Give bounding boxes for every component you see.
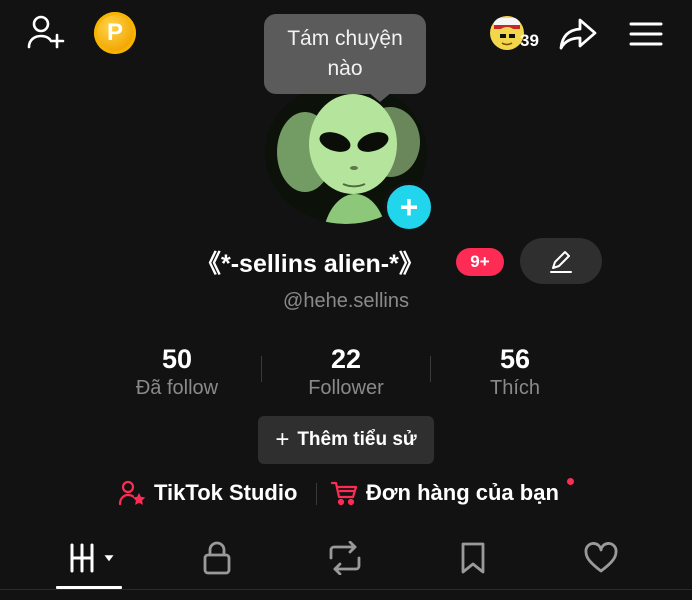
coin-p-icon: P xyxy=(106,19,123,46)
orders-label: Đơn hàng của bạn xyxy=(366,480,559,505)
notification-badge[interactable]: 9+ xyxy=(456,248,504,276)
person-plus-icon xyxy=(27,15,65,49)
chat-tooltip[interactable]: Tám chuyện nào xyxy=(264,14,426,94)
tooltip-line-2: nào xyxy=(327,57,363,80)
stat-label: Đã follow xyxy=(135,377,219,399)
coins-button[interactable]: P xyxy=(94,12,136,54)
add-avatar-button[interactable]: + xyxy=(384,182,434,232)
person-star-icon xyxy=(118,480,146,506)
pencil-icon xyxy=(550,251,572,273)
plus-icon: + xyxy=(275,426,290,453)
stat-label: Thích xyxy=(489,377,541,399)
streak-count: 39 xyxy=(520,31,539,50)
lock-icon xyxy=(203,541,231,575)
display-name: 《*-sellins alien-*》 xyxy=(196,250,424,278)
share-arrow-icon xyxy=(559,18,597,50)
menu-button[interactable] xyxy=(624,14,668,54)
share-profile-button[interactable] xyxy=(556,14,600,54)
streak-avatar xyxy=(490,16,524,50)
tooltip-arrow xyxy=(368,92,392,102)
stat-value: 50 xyxy=(161,344,193,374)
tiktok-studio-label: TikTok Studio xyxy=(154,480,298,505)
edit-profile-button[interactable] xyxy=(520,238,602,284)
tab-private[interactable] xyxy=(186,536,248,580)
orders-link[interactable]: Đơn hàng của bạn xyxy=(330,478,559,508)
links-divider xyxy=(316,483,317,505)
streak-button[interactable]: 39 xyxy=(490,14,550,54)
stat-label: Follower xyxy=(308,377,384,399)
add-bio-label: Thêm tiểu sử xyxy=(297,429,417,450)
repost-icon xyxy=(329,541,361,575)
tiktok-studio-link[interactable]: TikTok Studio xyxy=(118,478,297,508)
cart-icon xyxy=(330,481,358,506)
tab-reposts[interactable] xyxy=(314,536,376,580)
tooltip-line-1: Tám chuyện xyxy=(287,27,403,50)
tab-bar-divider xyxy=(0,589,692,590)
bookmark-icon xyxy=(461,542,485,574)
add-bio-button[interactable]: + Thêm tiểu sử xyxy=(258,416,434,464)
stat-value: 22 xyxy=(330,344,362,374)
stat-value: 56 xyxy=(499,344,531,374)
stat-likes[interactable]: 56 Thích xyxy=(430,344,600,400)
hamburger-menu-icon xyxy=(629,22,663,46)
stat-followers[interactable]: 22 Follower xyxy=(261,344,431,400)
add-user-button[interactable] xyxy=(24,12,68,52)
tab-videos[interactable] xyxy=(58,536,120,580)
tab-favorites[interactable] xyxy=(442,536,504,580)
heart-icon xyxy=(584,542,618,573)
grid-videos-icon xyxy=(70,543,114,573)
stat-following[interactable]: 50 Đã follow xyxy=(92,344,262,400)
orders-notification-dot xyxy=(567,478,574,485)
tab-liked[interactable] xyxy=(570,536,632,580)
username-handle: @hehe.sellins xyxy=(283,290,409,312)
